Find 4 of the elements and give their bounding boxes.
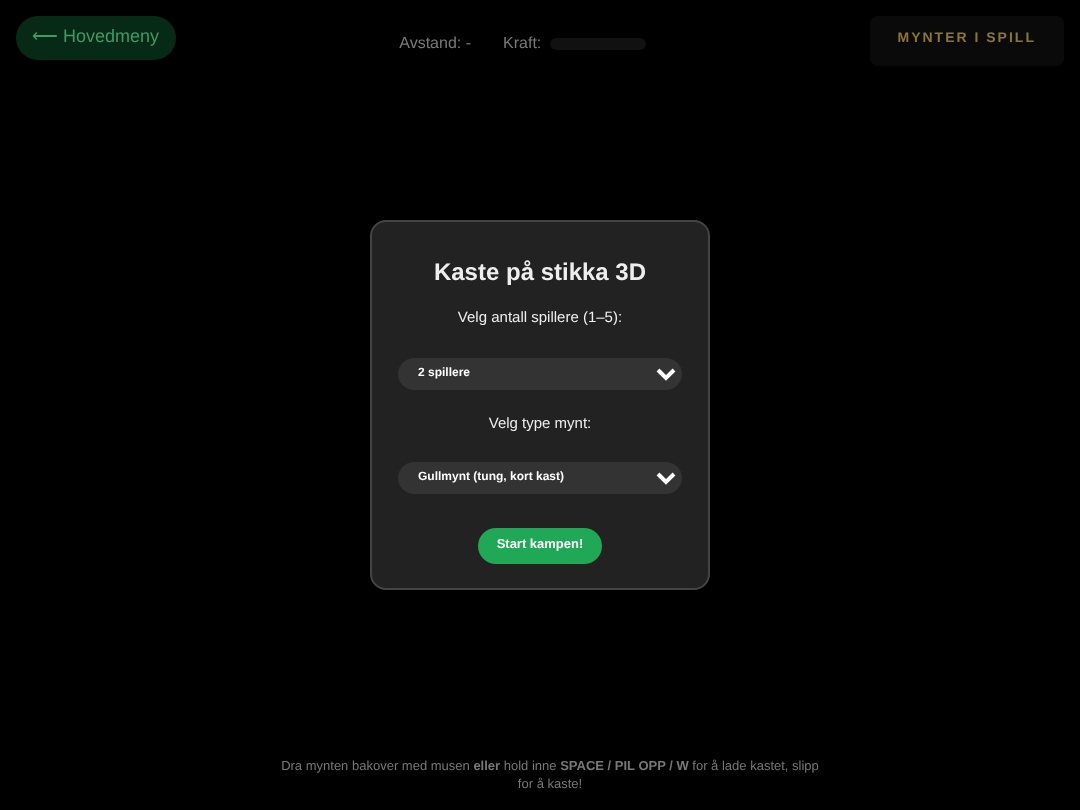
back-button[interactable]: ⟵ Hovedmeny bbox=[16, 16, 176, 59]
distance-readout: Avstand: - bbox=[399, 32, 472, 56]
dialog-title: Kaste på stikka 3D bbox=[431, 258, 649, 287]
power-label: Kraft: bbox=[503, 32, 542, 56]
